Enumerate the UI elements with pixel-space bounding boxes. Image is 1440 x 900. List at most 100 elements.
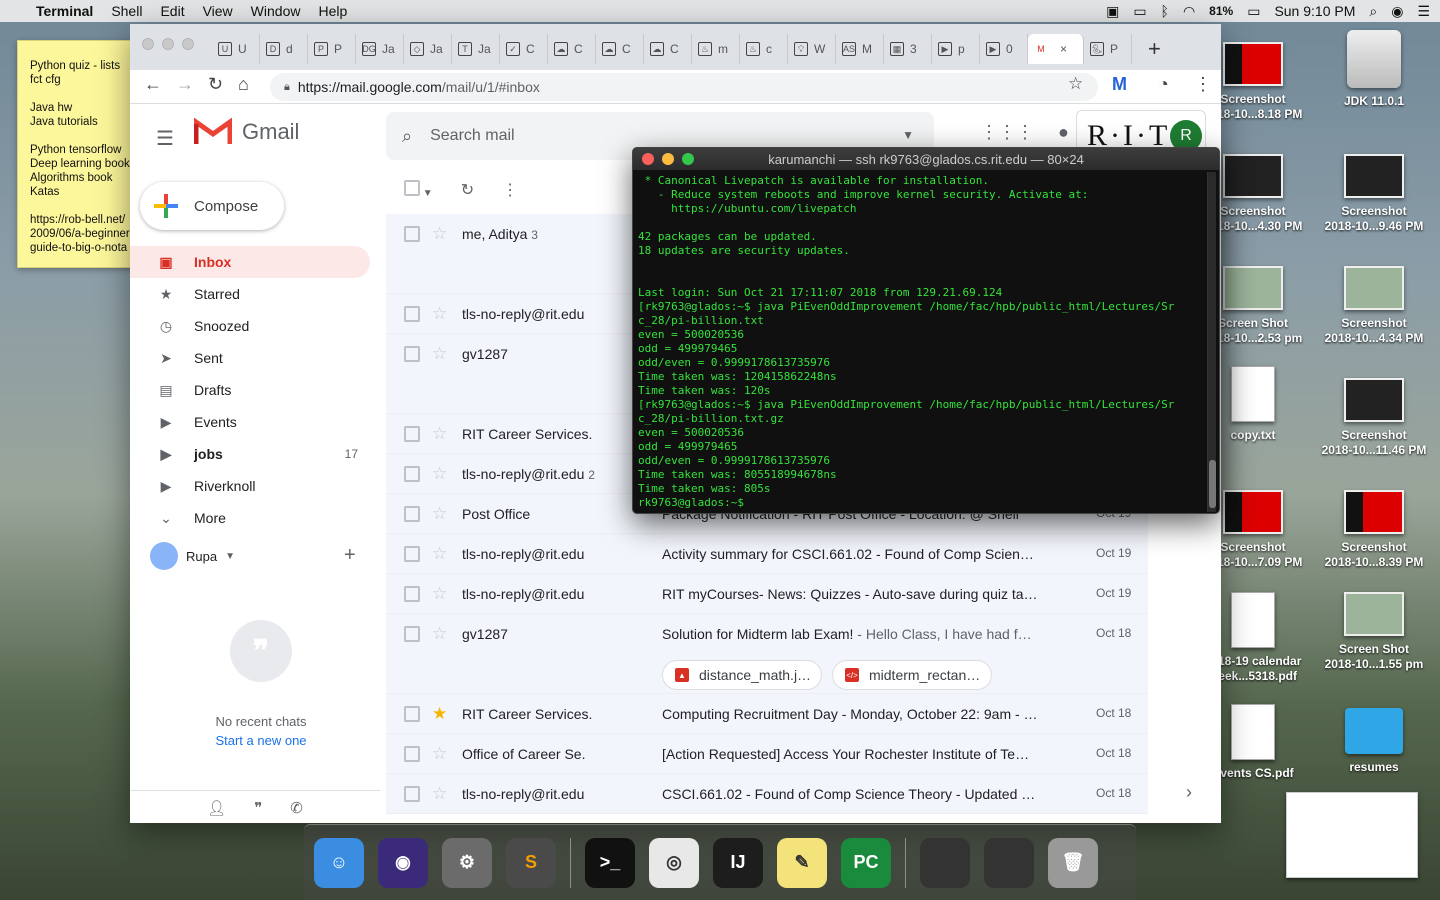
desktop-file-icon[interactable]: JDK 11.0.1 <box>1314 30 1434 109</box>
email-row[interactable]: ☆ Office of Career Se. [Action Requested]… <box>386 734 1148 774</box>
star-icon[interactable]: ★ <box>432 704 447 724</box>
dock-system-preferences-icon[interactable]: ⚙ <box>442 837 492 888</box>
hangouts-icon[interactable]: ❞ <box>254 799 262 817</box>
menu-help[interactable]: Help <box>318 3 347 19</box>
lock-icon[interactable]: ▣ <box>1106 3 1119 20</box>
row-checkbox[interactable] <box>404 706 420 722</box>
terminal-minimize-button[interactable] <box>662 153 674 165</box>
browser-tab[interactable]: M × <box>1028 34 1084 64</box>
browser-tab[interactable]: DG Ja <box>356 34 404 64</box>
screenshot-preview-thumbnail[interactable] <box>1279 792 1425 884</box>
star-icon[interactable]: ☆ <box>432 624 447 644</box>
star-icon[interactable]: ☆ <box>432 544 447 564</box>
close-window-button[interactable] <box>142 38 154 50</box>
desktop-file-icon[interactable]: Screenshot 2018-10...11.46 PM <box>1314 378 1434 458</box>
close-tab-icon[interactable]: × <box>1060 42 1067 56</box>
email-row[interactable]: ★ RIT Career Services. Computing Recruitm… <box>386 694 1148 734</box>
terminal-title-bar[interactable]: karumanchi — ssh rk9763@glados.cs.rit.ed… <box>633 148 1219 170</box>
row-checkbox[interactable] <box>404 306 420 322</box>
browser-tab[interactable]: ☁ C <box>644 34 692 64</box>
desktop-file-icon[interactable]: Screenshot 2018-10...8.39 PM <box>1314 490 1434 570</box>
sidebar-item-starred[interactable]: ★ Starred <box>130 278 370 310</box>
browser-tab[interactable]: ☁ C <box>596 34 644 64</box>
email-row[interactable]: ☆ gv1287 Solution for Midterm lab Exam! -… <box>386 614 1148 694</box>
new-chat-plus-icon[interactable]: + <box>344 544 356 567</box>
gmail-logo[interactable]: Gmail <box>194 118 299 146</box>
desktop-file-icon[interactable]: Screenshot 2018-10...4.34 PM <box>1314 266 1434 346</box>
sticky-note[interactable]: Python quiz - lists fct cfg Java hw Java… <box>17 40 135 268</box>
gmail-extension-icon[interactable]: M <box>1112 74 1127 95</box>
email-row[interactable]: ☆ tls-no-reply@rit.edu RIT myCourses- New… <box>386 574 1148 614</box>
dock-terminal-icon[interactable]: >_ <box>585 837 635 888</box>
browser-tab[interactable]: UU <box>212 34 260 64</box>
desktop-file-icon[interactable]: Screen Shot 2018-10...1.55 pm <box>1314 592 1434 672</box>
star-icon[interactable]: ☆ <box>432 224 447 244</box>
star-icon[interactable]: ☆ <box>432 464 447 484</box>
email-row[interactable]: ☆ tls-no-reply@rit.edu CSCI.661.02 - Foun… <box>386 774 1148 814</box>
siri-icon[interactable]: ◉ <box>1391 3 1403 20</box>
phone-icon[interactable]: ✆ <box>290 799 303 817</box>
spotlight-search-icon[interactable]: ⌕ <box>1369 3 1377 20</box>
dock-minimized-window[interactable] <box>984 837 1034 888</box>
browser-tab[interactable]: ▶ p <box>932 34 980 64</box>
row-checkbox[interactable] <box>404 786 420 802</box>
search-icon[interactable]: ⌕ <box>402 126 412 147</box>
more-options-icon[interactable]: ⋮ <box>502 180 518 200</box>
wifi-icon[interactable]: ◠ <box>1183 3 1195 20</box>
star-icon[interactable]: ☆ <box>432 344 447 364</box>
reload-icon[interactable]: ↻ <box>208 74 223 95</box>
extension-icon[interactable]: ◔ <box>1158 74 1169 95</box>
attachment-chip[interactable]: ▲ distance_math.j… <box>662 660 822 690</box>
sidebar-item-sent[interactable]: ➤ Sent <box>130 342 370 374</box>
row-checkbox[interactable] <box>404 746 420 762</box>
status-caret-icon[interactable]: ▼ <box>225 551 235 562</box>
terminal-close-button[interactable] <box>642 153 654 165</box>
sidebar-item-riverknoll[interactable]: ▶ Riverknoll <box>130 470 370 502</box>
menubar-clock[interactable]: Sun 9:10 PM <box>1274 3 1355 19</box>
terminal-zoom-button[interactable] <box>682 153 694 165</box>
email-row[interactable]: ☆ tls-no-reply@rit.edu Activity summary f… <box>386 534 1148 574</box>
apps-grid-icon[interactable]: ⋮⋮⋮ <box>980 122 1034 143</box>
sidebar-item-drafts[interactable]: ▤ Drafts <box>130 374 370 406</box>
browser-tab[interactable]: 🐍︎ P <box>1084 34 1132 64</box>
sidebar-item-events[interactable]: ▶ Events <box>130 406 370 438</box>
browser-tab[interactable]: ▶ 0 <box>980 34 1028 64</box>
star-icon[interactable]: ☆ <box>432 784 447 804</box>
main-menu-icon[interactable]: ☰ <box>156 126 174 151</box>
star-icon[interactable]: ☆ <box>432 424 447 444</box>
search-options-caret-icon[interactable]: ▼ <box>902 128 914 142</box>
browser-tab[interactable]: AS M <box>836 34 884 64</box>
star-icon[interactable]: ☆ <box>432 504 447 524</box>
browser-tab[interactable]: Dd <box>260 34 308 64</box>
scrollbar-thumb[interactable] <box>1209 460 1216 508</box>
browser-tab[interactable]: PP <box>308 34 356 64</box>
contacts-icon[interactable]: 👤︎ <box>207 799 226 817</box>
row-checkbox[interactable] <box>404 586 420 602</box>
row-checkbox[interactable] <box>404 546 420 562</box>
star-icon[interactable]: ☆ <box>432 584 447 604</box>
sidebar-item-jobs[interactable]: ▶ jobs 17 <box>130 438 370 470</box>
browser-tab[interactable]: 💡︎ W <box>788 34 836 64</box>
new-tab-button[interactable]: + <box>1148 36 1161 62</box>
terminal-scrollbar[interactable] <box>1207 172 1216 512</box>
minimize-window-button[interactable] <box>162 38 174 50</box>
search-input[interactable]: Search mail <box>430 127 514 145</box>
row-checkbox[interactable] <box>404 346 420 362</box>
dock-stickies-icon[interactable]: ✎ <box>777 837 827 888</box>
desktop-file-icon[interactable]: Screenshot 2018-10...9.46 PM <box>1314 154 1434 234</box>
menu-view[interactable]: View <box>203 3 233 19</box>
sidebar-item-more[interactable]: ⌄ More <box>130 502 370 534</box>
browser-tab[interactable]: ☁ C <box>548 34 596 64</box>
dock-minimized-window[interactable] <box>920 837 970 888</box>
zoom-window-button[interactable] <box>182 38 194 50</box>
address-bar[interactable]: 🔒︎ https://mail.google.com/mail/u/1/#inb… <box>270 73 1098 101</box>
chrome-menu-icon[interactable]: ⋮ <box>1194 74 1212 95</box>
dock-finder-icon[interactable]: ☺ <box>314 837 364 888</box>
row-checkbox[interactable] <box>404 626 420 642</box>
row-checkbox[interactable] <box>404 426 420 442</box>
bluetooth-icon[interactable]: ᛒ <box>1161 3 1169 19</box>
browser-tab[interactable]: ✓ C <box>500 34 548 64</box>
menu-app-name[interactable]: Terminal <box>36 3 93 19</box>
dock-intellij-idea-icon[interactable]: IJ <box>713 837 763 888</box>
start-new-chat-link[interactable]: Start a new one <box>170 733 352 748</box>
